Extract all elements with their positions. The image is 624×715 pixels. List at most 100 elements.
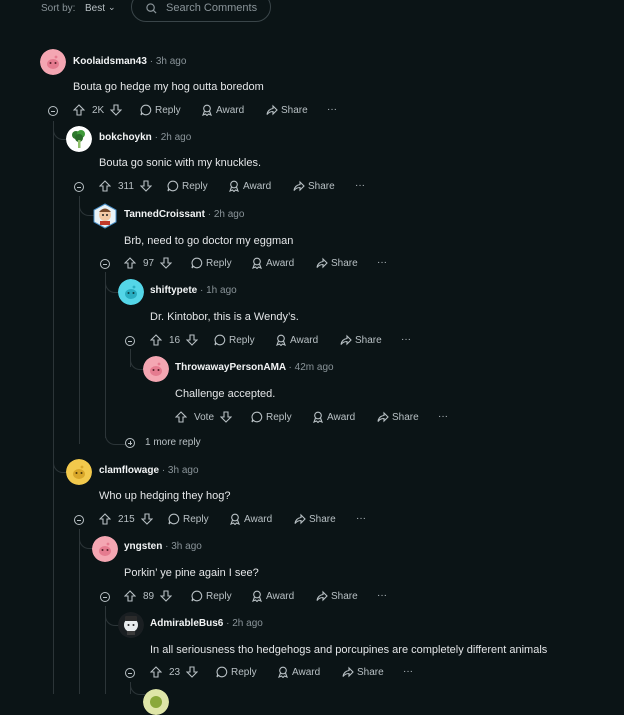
downvote-icon[interactable] [186, 334, 199, 346]
search-placeholder: Search Comments [166, 2, 258, 14]
vote-controls: Vote [175, 411, 233, 423]
collapse-thread-button[interactable] [125, 668, 135, 678]
reply-button[interactable]: Reply [168, 513, 209, 525]
more-options-button[interactable]: ··· [355, 180, 365, 191]
comment-body: Challenge accepted. [175, 388, 276, 400]
collapse-thread-button[interactable] [74, 515, 84, 525]
avatar[interactable] [118, 612, 144, 638]
comment-author[interactable]: yngsten · 3h ago [124, 541, 202, 552]
collapse-thread-button[interactable] [100, 259, 110, 269]
thread-line[interactable] [105, 272, 106, 438]
more-options-button[interactable]: ··· [438, 411, 448, 422]
downvote-icon[interactable] [139, 180, 152, 192]
comment-body: In all seriousness tho hedgehogs and por… [150, 644, 548, 656]
award-icon [202, 104, 212, 116]
comment-author[interactable]: TannedCroissant · 2h ago [124, 209, 244, 220]
reply-button[interactable]: Reply [140, 104, 181, 116]
downvote-icon[interactable] [160, 590, 173, 602]
share-button[interactable]: Share [294, 513, 336, 525]
reply-button[interactable]: Reply [191, 590, 232, 602]
upvote-icon[interactable] [73, 104, 85, 116]
avatar[interactable] [40, 49, 66, 75]
vote-controls: 97 [124, 257, 173, 269]
upvote-icon[interactable] [124, 257, 136, 269]
share-button[interactable]: Share [342, 666, 384, 678]
comment-author[interactable]: AdmirableBus6 · 2h ago [150, 618, 263, 629]
share-icon [377, 411, 389, 423]
comment-body: Brb, need to go doctor my eggman [124, 235, 294, 247]
award-icon [278, 666, 288, 678]
avatar[interactable] [143, 356, 169, 382]
share-button[interactable]: Share [293, 180, 335, 192]
more-options-button[interactable]: ··· [403, 666, 413, 677]
award-button[interactable]: Award [229, 513, 272, 525]
comment-actions: 215 Reply Award Share ··· [99, 513, 399, 529]
award-button[interactable]: Award [275, 334, 318, 346]
reply-button[interactable]: Reply [167, 180, 208, 192]
downvote-icon[interactable] [140, 513, 153, 525]
comment-author[interactable]: Koolaidsman43 · 3h ago [73, 56, 186, 67]
more-options-button[interactable]: ··· [377, 590, 387, 601]
comment-actions: 16 Reply Award Share ··· [150, 334, 450, 350]
sort-dropdown[interactable]: Best [85, 3, 105, 14]
upvote-icon[interactable] [124, 590, 136, 602]
thread-line[interactable] [79, 196, 80, 444]
reply-button[interactable]: Reply [191, 257, 232, 269]
award-button[interactable]: Award [312, 411, 355, 423]
avatar[interactable] [143, 689, 169, 715]
search-comments-input[interactable]: Search Comments [131, 0, 271, 22]
thread-line[interactable] [53, 121, 54, 694]
collapse-thread-button[interactable] [125, 336, 135, 346]
award-button[interactable]: Award [277, 666, 320, 678]
more-options-button[interactable]: ··· [327, 104, 337, 115]
share-button[interactable]: Share [340, 334, 382, 346]
downvote-icon[interactable] [160, 257, 173, 269]
award-button[interactable]: Award [251, 590, 294, 602]
downvote-icon[interactable] [110, 104, 123, 116]
comment-body: Dr. Kintobor, this is a Wendy’s. [150, 311, 299, 323]
collapse-thread-button[interactable] [74, 182, 84, 192]
share-button[interactable]: Share [316, 590, 358, 602]
comment-author[interactable]: bokchoykn · 2h ago [99, 132, 191, 143]
downvote-icon[interactable] [220, 411, 233, 423]
comment-body: Porkin’ ye pine again I see? [124, 567, 259, 579]
share-button[interactable]: Share [377, 411, 419, 423]
award-icon [229, 180, 239, 192]
upvote-icon[interactable] [175, 411, 187, 423]
upvote-icon[interactable] [99, 513, 111, 525]
award-icon [230, 513, 240, 525]
more-options-button[interactable]: ··· [377, 257, 387, 268]
award-icon [252, 257, 262, 269]
more-options-button[interactable]: ··· [356, 513, 366, 524]
vote-count: 16 [169, 334, 181, 346]
comment-author[interactable]: ThrowawayPersonAMA · 42m ago [175, 362, 334, 373]
upvote-icon[interactable] [150, 334, 162, 346]
comment-author[interactable]: shiftypete · 1h ago [150, 285, 237, 296]
avatar[interactable] [66, 459, 92, 485]
expand-replies-button[interactable] [125, 438, 135, 448]
comment-bubble-icon [140, 104, 152, 116]
avatar[interactable] [92, 203, 118, 229]
comment-bubble-icon [191, 257, 203, 269]
share-button[interactable]: Share [316, 257, 358, 269]
more-options-button[interactable]: ··· [401, 334, 411, 345]
thread-line[interactable] [79, 529, 80, 694]
comment-author[interactable]: clamflowage · 3h ago [99, 465, 199, 476]
award-button[interactable]: Award [228, 180, 271, 192]
avatar[interactable] [118, 279, 144, 305]
upvote-icon[interactable] [150, 666, 162, 678]
reply-button[interactable]: Reply [214, 334, 255, 346]
downvote-icon[interactable] [186, 666, 199, 678]
award-button[interactable]: Award [201, 104, 244, 116]
collapse-thread-button[interactable] [100, 592, 110, 602]
avatar[interactable] [66, 126, 92, 152]
reply-button[interactable]: Reply [216, 666, 257, 678]
chevron-down-icon[interactable]: ⌄ [108, 2, 116, 13]
upvote-icon[interactable] [99, 180, 111, 192]
reply-button[interactable]: Reply [251, 411, 292, 423]
award-button[interactable]: Award [251, 257, 294, 269]
avatar[interactable] [92, 536, 118, 562]
more-replies-link[interactable]: 1 more reply [145, 437, 201, 448]
collapse-thread-button[interactable] [48, 106, 58, 116]
share-button[interactable]: Share [266, 104, 308, 116]
